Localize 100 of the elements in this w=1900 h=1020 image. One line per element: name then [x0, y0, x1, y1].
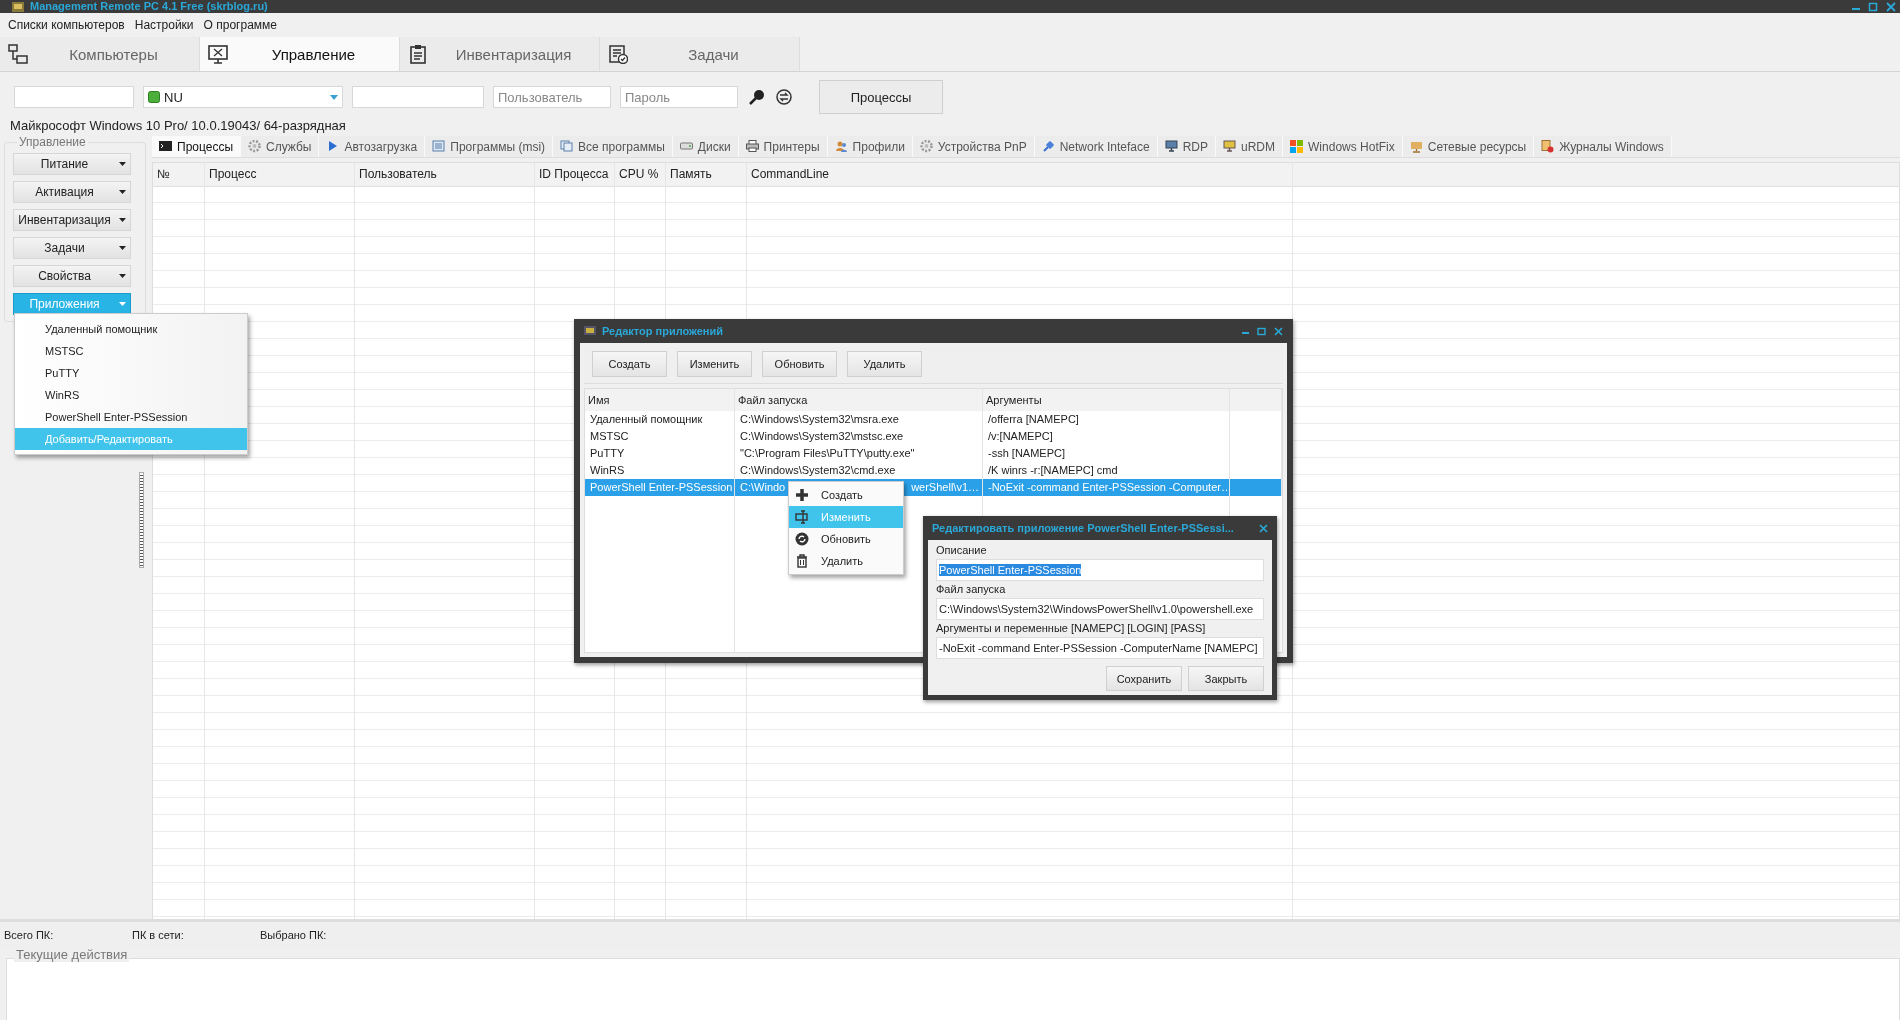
minimize-icon [1242, 331, 1249, 334]
tab[interactable]: Управление [200, 37, 400, 71]
edit-icon [795, 510, 809, 524]
menu-item[interactable]: Создать [789, 484, 903, 506]
refresh-icon [795, 532, 809, 546]
user-field[interactable]: Пользователь [493, 86, 611, 108]
tab[interactable]: RDP [1157, 136, 1217, 157]
field-label: Аргументы и переменные [NAMEPC] [LOGIN] [PASS] [936, 621, 1207, 636]
gear-icon [248, 140, 261, 153]
minimize-icon [1852, 7, 1860, 10]
checklist-icon [608, 44, 628, 64]
tab[interactable]: Профили [827, 136, 913, 157]
menu-item[interactable]: PowerShell Enter-PSSession [15, 406, 247, 428]
table-cell-text: werShell\v1… [911, 480, 979, 495]
drive-icon [679, 140, 693, 153]
tiles-icon [1290, 140, 1304, 153]
caret-icon [119, 162, 126, 166]
menu-item[interactable]: PuTTY [15, 362, 247, 384]
table-cell: PowerShell Enter-PSSession [585, 479, 735, 496]
column-header[interactable]: № [153, 163, 204, 187]
table-cell: C:\Windows\System32\msra.exe [735, 411, 983, 428]
tab[interactable]: Автозагрузка [319, 136, 426, 157]
tab[interactable]: uRDM [1216, 136, 1284, 157]
column-header[interactable]: Пользователь [355, 163, 534, 187]
tab[interactable]: Сетевые ресурсы [1402, 136, 1535, 157]
table-cell: /offerra [NAMEPC] [983, 411, 1230, 428]
caret-icon [119, 190, 126, 194]
column-header[interactable]: Аргументы [983, 389, 1230, 411]
tab[interactable]: Службы [241, 136, 320, 157]
computer-dropdown[interactable]: NU [143, 86, 343, 108]
trash-icon [795, 554, 809, 568]
column-header[interactable]: CommandLine [747, 163, 1292, 187]
tab[interactable]: Задачи [600, 37, 800, 71]
column-header[interactable]: Файл запуска [735, 389, 983, 411]
tab[interactable]: Все программы [553, 136, 673, 157]
monitor-icon [208, 44, 228, 64]
tab[interactable]: Принтеры [738, 136, 828, 157]
menu-item[interactable]: Обновить [789, 528, 903, 550]
split-button[interactable]: Питание [13, 153, 131, 175]
window-title: Management Remote PC 4.1 Free (skrblog.ru) [30, 0, 268, 13]
tab[interactable]: Устройства PnP [912, 136, 1035, 157]
dialog-title: Редактировать приложение PowerShell Enter-PSSessi... [932, 522, 1234, 534]
menu-item[interactable]: Списки компьютеров [8, 16, 125, 34]
menu-item[interactable]: WinRS [15, 384, 247, 406]
tab[interactable]: Инвентаризация [400, 37, 600, 71]
input-field[interactable]: PowerShell Enter-PSSession [936, 559, 1264, 581]
split-button[interactable]: Инвентаризация [13, 209, 131, 231]
tab[interactable]: Диски [672, 136, 739, 157]
menu-item[interactable]: Удаленный помощник [15, 318, 247, 340]
dialog-button[interactable]: Закрыть [1188, 666, 1264, 691]
column-header[interactable]: Память [666, 163, 746, 187]
menu-item[interactable]: Удалить [789, 550, 903, 572]
toolbar-button[interactable]: Изменить [677, 351, 752, 377]
os-info: Майкрософт Windows 10 Pro/ 10.0.19043/ 64-разрядная [9, 118, 347, 135]
column-header[interactable]: Имя [585, 389, 735, 411]
table-cell: C:\Windows\System32\mstsc.exe [735, 428, 983, 445]
splitter-handle[interactable] [139, 472, 144, 568]
app-icon [12, 1, 24, 12]
field-label: Описание [936, 543, 988, 558]
tab[interactable]: Процессы [152, 136, 241, 157]
close-icon [1259, 523, 1268, 533]
menu-item[interactable]: О программе [203, 16, 277, 34]
tab[interactable]: Network Inteface [1034, 136, 1158, 157]
menu-item[interactable]: Настройки [134, 16, 194, 34]
tab[interactable]: Windows HotFix [1283, 136, 1403, 157]
caret-icon [119, 302, 126, 306]
toolbar-button[interactable]: Удалить [847, 351, 922, 377]
split-button[interactable]: Свойства [13, 265, 131, 287]
split-button[interactable]: Активация [13, 181, 131, 203]
tab[interactable]: Программы (msi) [425, 136, 554, 157]
column-header[interactable]: ID Процесса [535, 163, 614, 187]
tab[interactable]: Журналы Windows [1534, 136, 1672, 157]
input-field[interactable] [352, 86, 484, 108]
toolbar-button[interactable]: Создать [592, 351, 667, 377]
table-cell: Удаленный помощник [585, 411, 735, 428]
dialog-button[interactable]: Сохранить [1106, 666, 1182, 691]
status-icon [148, 91, 160, 103]
toolbar-button[interactable]: Обновить [762, 351, 837, 377]
maximize-icon [1257, 326, 1266, 336]
gear-icon [919, 140, 933, 153]
tab[interactable]: Компьютеры [0, 37, 200, 71]
clipboard-icon [408, 44, 428, 64]
list-icon [432, 140, 446, 153]
input-field[interactable]: -NoExit -command Enter-PSSession -ComputerName [NAMEPC] [936, 637, 1264, 659]
table-cell: PuTTY [585, 445, 735, 462]
key-icon [749, 89, 765, 105]
column-header[interactable]: Процесс [205, 163, 354, 187]
swap-icon [776, 89, 792, 105]
password-field[interactable]: Пароль [620, 86, 738, 108]
input-field[interactable] [14, 86, 134, 108]
users-icon [834, 140, 848, 153]
close-icon [1274, 326, 1283, 336]
input-field[interactable]: C:\Windows\System32\WindowsPowerShell\v1.0\powershell.exe [936, 598, 1264, 620]
close-icon [1886, 1, 1896, 12]
log-icon [1541, 140, 1555, 153]
split-button[interactable]: Задачи [13, 237, 131, 259]
menu-item[interactable]: MSTSC [15, 340, 247, 362]
caret-icon [119, 218, 126, 222]
column-header[interactable]: CPU % [615, 163, 665, 187]
processes-button[interactable]: Процессы [819, 80, 943, 114]
